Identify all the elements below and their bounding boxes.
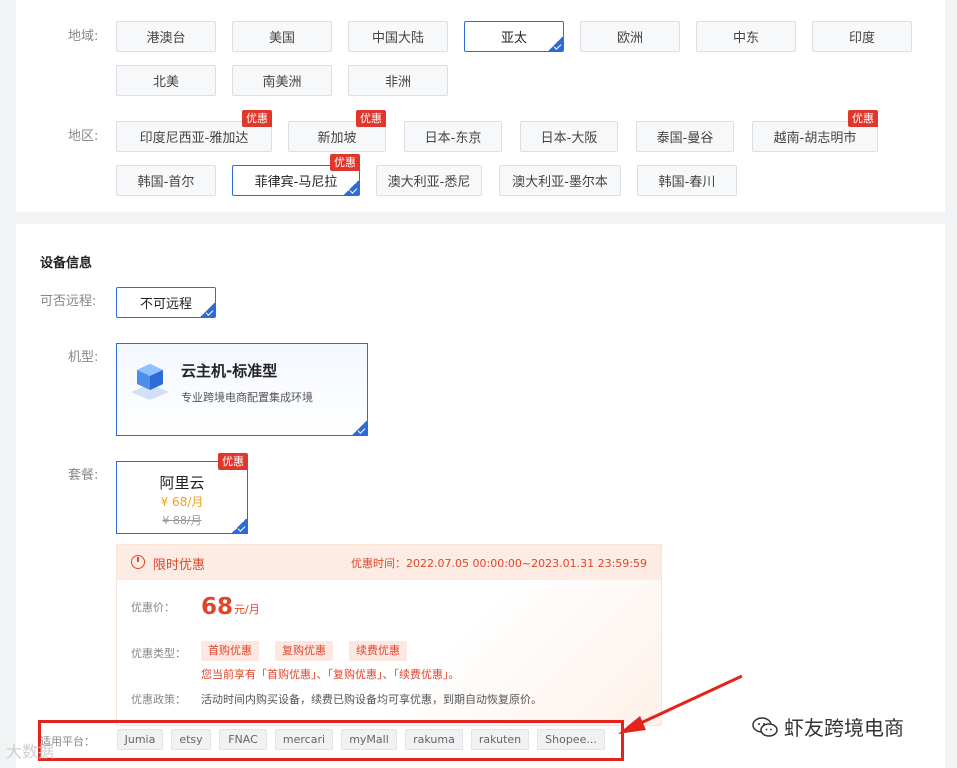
area-option-sydney[interactable]: 澳大利亚-悉尼 <box>376 165 482 196</box>
area-option-melbourne[interactable]: 澳大利亚-墨尔本 <box>499 165 621 196</box>
area-option-hcmc[interactable]: 越南-胡志明市 优惠 <box>752 110 878 152</box>
promo-badge: 优惠 <box>242 110 272 127</box>
area-option-jakarta[interactable]: 印度尼西亚-雅加达 优惠 <box>116 110 272 152</box>
offer-type-label: 优惠类型： <box>131 647 186 660</box>
plan-name: 阿里云 <box>159 474 205 492</box>
offer-header: 限时优惠 优惠时间：2022.07.05 00:00:00~2023.01.31… <box>117 545 661 580</box>
selected-check-icon <box>231 519 247 533</box>
region-option-na[interactable]: 北美 <box>116 65 216 96</box>
cloud-server-icon <box>131 364 169 400</box>
plan-old-price: ¥ 88/月 <box>162 514 202 527</box>
arrow-annotation-icon <box>618 674 743 734</box>
highlight-box <box>38 720 624 761</box>
offer-title: 限时优惠 <box>153 558 206 573</box>
plan-price: ¥ 68/月 <box>160 495 204 509</box>
offer-price: 68 <box>201 594 234 620</box>
offer-policy: 活动时间内购买设备，续费已购设备均可享优惠，到期自动恢复原价。 <box>201 693 542 706</box>
watermark-text: 虾友跨境电商 <box>784 716 904 740</box>
watermark: 虾友跨境电商 <box>752 712 904 741</box>
clock-icon <box>131 555 145 569</box>
remote-option[interactable]: 不可远程 <box>116 287 216 318</box>
region-option-eu[interactable]: 欧洲 <box>580 21 680 52</box>
selected-check-icon <box>343 181 359 195</box>
promo-badge: 优惠 <box>356 110 386 127</box>
model-card[interactable]: 云主机-标准型 专业跨境电商配置集成环境 <box>116 343 368 436</box>
offer-type-repeat: 复购优惠 <box>275 641 333 661</box>
offer-type-renew: 续费优惠 <box>349 641 407 661</box>
region-option-apac[interactable]: 亚太 <box>464 21 564 52</box>
promo-badge: 优惠 <box>218 453 248 470</box>
offer-note: 您当前享有「首购优惠」、「复购优惠」、「续费优惠」。 <box>201 668 460 681</box>
area-label: 地区: <box>68 129 99 144</box>
plan-card[interactable]: 优惠 阿里云 ¥ 68/月 ¥ 88/月 <box>116 453 248 534</box>
region-option-hkmotw[interactable]: 港澳台 <box>116 21 216 52</box>
region-option-in[interactable]: 印度 <box>812 21 912 52</box>
selected-check-icon <box>547 37 563 51</box>
model-subtitle: 专业跨境电商配置集成环境 <box>181 391 313 404</box>
selected-check-icon <box>199 303 215 317</box>
device-card: 设备信息 可否远程: 不可远程 机型: 云主机-标准型 专业跨境电商配置集成环境… <box>16 224 945 768</box>
region-option-cn[interactable]: 中国大陆 <box>348 21 448 52</box>
region-option-sa[interactable]: 南美洲 <box>232 65 332 96</box>
region-option-me[interactable]: 中东 <box>696 21 796 52</box>
watermark-left: 大数据 <box>6 742 55 761</box>
model-label: 机型: <box>68 350 99 365</box>
selected-check-icon <box>351 421 367 435</box>
model-title: 云主机-标准型 <box>181 362 278 380</box>
region-option-us[interactable]: 美国 <box>232 21 332 52</box>
offer-policy-label: 优惠政策： <box>131 693 186 706</box>
remote-label: 可否远程: <box>40 294 97 309</box>
offer-unit: 元/月 <box>234 603 260 616</box>
area-option-osaka[interactable]: 日本-大阪 <box>520 121 618 152</box>
promo-badge: 优惠 <box>848 110 878 127</box>
region-label: 地域: <box>68 29 99 44</box>
offer-time: 优惠时间：2022.07.05 00:00:00~2023.01.31 23:5… <box>351 557 647 570</box>
promo-badge: 优惠 <box>330 154 360 171</box>
plan-label: 套餐: <box>68 468 99 483</box>
area-option-bangkok[interactable]: 泰国-曼谷 <box>636 121 734 152</box>
area-option-chuncheon[interactable]: 韩国-春川 <box>637 165 737 196</box>
offer-price-label: 优惠价： <box>131 601 175 614</box>
area-option-manila[interactable]: 菲律宾-马尼拉 优惠 <box>232 154 360 196</box>
region-card: 地域: 港澳台 美国 中国大陆 亚太 欧洲 中东 印度 北美 南美洲 非洲 地区… <box>16 0 945 212</box>
area-option-tokyo[interactable]: 日本-东京 <box>404 121 502 152</box>
offer-type-first: 首购优惠 <box>201 641 259 661</box>
region-option-af[interactable]: 非洲 <box>348 65 448 96</box>
wechat-icon <box>752 716 778 737</box>
area-option-seoul[interactable]: 韩国-首尔 <box>116 165 216 196</box>
limited-offer-panel: 限时优惠 优惠时间：2022.07.05 00:00:00~2023.01.31… <box>116 544 662 726</box>
area-option-singapore[interactable]: 新加坡 优惠 <box>288 110 386 152</box>
device-section-title: 设备信息 <box>40 256 93 271</box>
